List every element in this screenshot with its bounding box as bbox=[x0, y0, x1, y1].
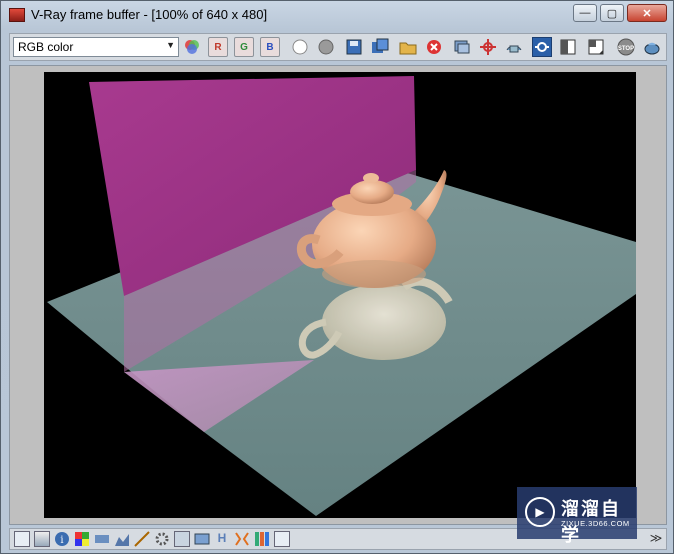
rendered-image bbox=[44, 72, 636, 518]
color-corrections-icon[interactable] bbox=[182, 37, 202, 57]
levels-icon[interactable] bbox=[114, 531, 130, 547]
channel-select-value: RGB color bbox=[18, 40, 74, 54]
save-all-channels-icon[interactable] bbox=[370, 37, 390, 57]
image-viewport[interactable] bbox=[9, 65, 667, 525]
vray-app-icon bbox=[9, 8, 25, 22]
region-render-icon[interactable] bbox=[504, 37, 524, 57]
toggle-panel-icon[interactable] bbox=[14, 531, 30, 547]
track-mouse-icon[interactable] bbox=[478, 37, 498, 57]
watermark-logo: ▶ 溜溜自学 ZIXUE.3D66.COM bbox=[517, 487, 637, 546]
show-corrections-panel-icon[interactable] bbox=[558, 37, 578, 57]
show-pixel-info-icon[interactable] bbox=[586, 37, 606, 57]
show-alpha-icon[interactable] bbox=[290, 37, 310, 57]
vray-frame-buffer-window: V-Ray frame buffer - [100% of 640 x 480]… bbox=[0, 0, 674, 554]
vertical-compare-icon[interactable] bbox=[234, 531, 250, 547]
dropdown-arrow-icon[interactable]: ▼ bbox=[166, 40, 175, 50]
channel-select[interactable]: RGB color ▼ bbox=[13, 37, 179, 57]
restore-button[interactable]: ▢ bbox=[600, 4, 624, 22]
link-to-render-setup-icon[interactable] bbox=[532, 37, 552, 57]
lut-icon[interactable] bbox=[274, 531, 290, 547]
expand-chevron-icon[interactable]: ≫ bbox=[648, 531, 664, 547]
save-image-icon[interactable] bbox=[344, 37, 364, 57]
duplicate-to-max-fb-icon[interactable] bbox=[452, 37, 472, 57]
color-palette-icon[interactable] bbox=[74, 531, 90, 547]
ab-compare-icon[interactable] bbox=[254, 531, 270, 547]
minimize-button[interactable]: — bbox=[573, 4, 597, 22]
compare-icon[interactable] bbox=[174, 531, 190, 547]
play-logo-icon: ▶ bbox=[525, 497, 555, 527]
lens-effects-icon[interactable] bbox=[194, 531, 210, 547]
window-controls: — ▢ ✕ bbox=[573, 4, 667, 22]
close-button[interactable]: ✕ bbox=[627, 4, 667, 22]
red-channel-button[interactable]: R bbox=[208, 37, 228, 57]
window-title: V-Ray frame buffer - [100% of 640 x 480] bbox=[31, 7, 268, 22]
info-icon[interactable]: i bbox=[54, 531, 70, 547]
settings-icon[interactable] bbox=[154, 531, 170, 547]
curves-icon[interactable] bbox=[134, 531, 150, 547]
render-teapot-icon[interactable] bbox=[642, 37, 662, 57]
load-image-icon[interactable] bbox=[398, 37, 418, 57]
svg-text:STOP: STOP bbox=[618, 46, 634, 52]
blue-channel-button[interactable]: B bbox=[260, 37, 280, 57]
history-icon[interactable] bbox=[34, 531, 50, 547]
frame-buffer-toolbar: RGB color ▼ R G B STOP bbox=[9, 33, 667, 61]
horizontal-compare-label[interactable]: H bbox=[214, 531, 230, 547]
stop-rendering-icon[interactable]: STOP bbox=[616, 37, 636, 57]
svg-text:i: i bbox=[60, 535, 63, 546]
monochrome-icon[interactable] bbox=[316, 37, 336, 57]
title-bar[interactable]: V-Ray frame buffer - [100% of 640 x 480]… bbox=[1, 1, 673, 29]
watermark-subtext: ZIXUE.3D66.COM bbox=[561, 519, 630, 528]
clear-image-icon[interactable] bbox=[424, 37, 444, 57]
green-channel-button[interactable]: G bbox=[234, 37, 254, 57]
teapot-scene-render bbox=[47, 76, 636, 516]
exposure-icon[interactable] bbox=[94, 531, 110, 547]
